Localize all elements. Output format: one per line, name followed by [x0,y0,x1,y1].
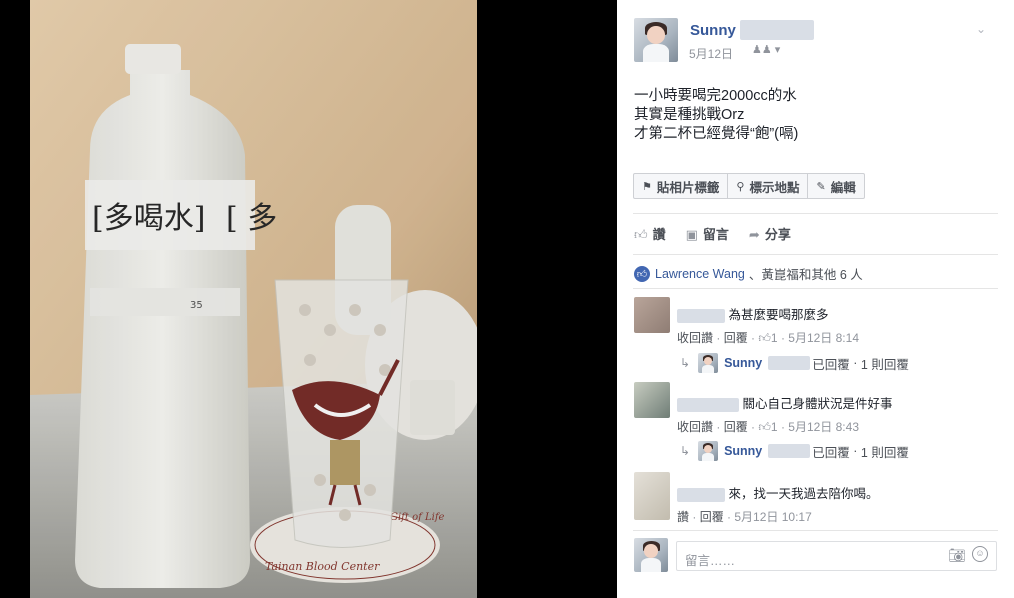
reply-action: 已回覆 [812,357,850,372]
post-message: 一小時要喝完2000cc的水 其實是種挑戰Orz 才第二杯已經覺得“飽”(嗝) [634,87,994,144]
reply-avatar [698,353,719,373]
thumbs-up-icon: 👍︎ [758,331,771,345]
emoji-icon[interactable]: ☺ [972,546,988,562]
camera-icon[interactable]: 📷︎ [948,547,966,564]
comment: 關心自己身體狀況是件好事 收回讚 · 回覆 · 👍︎1 · 5月12日 8:43 [677,397,893,434]
tag-photo-label: 貼相片標籤 [656,180,720,195]
reply-preview[interactable]: ↳ Sunny 已回覆 · 1 則回覆 [680,353,909,373]
share-button[interactable]: ➦ 分享 [749,224,791,243]
comment-button[interactable]: ▣ 留言 [686,224,729,243]
reply-preview[interactable]: ↳ Sunny 已回覆 · 1 則回覆 [680,441,909,461]
post-photo[interactable]: [多喝水] [ 多 35 Tainan Blood Center Gift of… [30,0,477,598]
thumbs-up-icon: 👍︎ [634,227,648,242]
commenter-avatar[interactable] [634,472,670,520]
redacted-surname [740,20,814,40]
divider [633,213,998,214]
share-label: 分享 [764,227,791,242]
comment-like-count[interactable]: 👍︎1 [758,331,777,345]
comment-bubble-icon: ▣ [685,227,698,242]
reply-author[interactable]: Sunny [724,444,762,458]
reply-avatar [698,441,719,461]
likes-summary[interactable]: 👍︎ Lawrence Wang 、黃崑福和其他 6 人 [634,264,863,283]
add-location-button[interactable]: ⚲ 標示地點 [727,174,807,198]
divider [633,530,998,531]
post-options-chevron-icon[interactable]: ⌄ [976,22,986,36]
reply-action: 已回覆 [812,445,850,460]
post-line: 才第二杯已經覺得“飽”(嗝) [634,126,799,142]
separator: · [849,444,861,458]
like-button[interactable]: 👍︎ 讚 [634,224,666,243]
redacted-surname [768,444,811,458]
thumbs-up-icon: 👍︎ [758,420,771,434]
likes-rest: 、黃崑福和其他 6 人 [748,268,863,282]
commenter-avatar[interactable] [634,382,670,418]
post-timestamp[interactable]: 5月12日 [689,45,733,62]
comment-text: 為甚麼要喝那麼多 [728,308,829,322]
comment-text: 來，找一天我過去陪你喝。 [728,487,879,501]
comment-text: 關心自己身體狀況是件好事 [742,397,893,411]
divider [633,288,998,289]
edit-label: 編輯 [830,180,856,195]
redacted-commenter-name [677,487,725,502]
comment-timestamp[interactable]: 5月12日 8:14 [788,331,859,345]
comment: 來，找一天我過去陪你喝。 讚 · 回覆 · 5月12日 10:17 [677,487,879,524]
author-avatar[interactable] [634,18,678,62]
liker-name[interactable]: Lawrence Wang [655,267,745,281]
redacted-commenter-name [677,397,739,412]
like-badge-icon: 👍︎ [634,265,650,282]
comment-composer: 留言…… 📷︎ ☺ [634,538,997,572]
ufi-action-row: 👍︎ 讚 ▣ 留言 ➦ 分享 [634,224,791,243]
reply-count[interactable]: 1 則回覆 [861,442,909,461]
photo-viewer: [多喝水] [ 多 35 Tainan Blood Center Gift of… [0,0,617,598]
author-name[interactable]: Sunny [690,22,736,39]
comment: 為甚麼要喝那麼多 收回讚 · 回覆 · 👍︎1 · 5月12日 8:14 [677,308,859,345]
like-link[interactable]: 讚 [677,510,689,524]
reply-arrow-icon: ↳ [680,444,691,458]
redacted-commenter-name [677,308,725,323]
comment-timestamp[interactable]: 5月12日 10:17 [734,510,811,524]
tag-photo-button[interactable]: ⚑ 貼相片標籤 [634,174,727,198]
comment-label: 留言 [702,227,729,242]
like-label: 讚 [652,227,666,242]
edit-button[interactable]: ✎ 編輯 [807,174,863,198]
my-avatar [634,538,668,572]
location-pin-icon: ⚲ [736,180,745,193]
redacted-surname [768,356,811,370]
pencil-icon: ✎ [816,180,826,193]
unlike-link[interactable]: 收回讚 [677,331,713,345]
unlike-link[interactable]: 收回讚 [677,420,713,434]
reply-author[interactable]: Sunny [724,356,762,370]
comment-like-count[interactable]: 👍︎1 [758,420,777,434]
comment-timestamp[interactable]: 5月12日 8:43 [788,420,859,434]
friends-icon: ♟♟ [752,44,772,56]
privacy-selector[interactable]: ♟♟ ▾ [752,43,780,56]
share-arrow-icon: ➦ [748,227,760,242]
reply-link[interactable]: 回覆 [700,510,724,524]
tag-icon: ⚑ [642,180,652,193]
post-line: 其實是種挑戰Orz [634,107,745,123]
photo-action-bar: ⚑ 貼相片標籤 ⚲ 標示地點 ✎ 編輯 [633,173,865,199]
photo-illustration: [多喝水] [ 多 35 Tainan Blood Center Gift of… [30,0,477,598]
divider [633,254,998,255]
reply-count[interactable]: 1 則回覆 [861,354,909,373]
add-location-label: 標示地點 [749,180,800,195]
reply-link[interactable]: 回覆 [724,331,748,345]
separator: · [849,356,861,370]
reply-link[interactable]: 回覆 [724,420,748,434]
commenter-avatar[interactable] [634,297,670,333]
reply-arrow-icon: ↳ [680,356,691,370]
post-line: 一小時要喝完2000cc的水 [634,88,797,104]
chevron-down-icon: ▾ [774,44,781,56]
